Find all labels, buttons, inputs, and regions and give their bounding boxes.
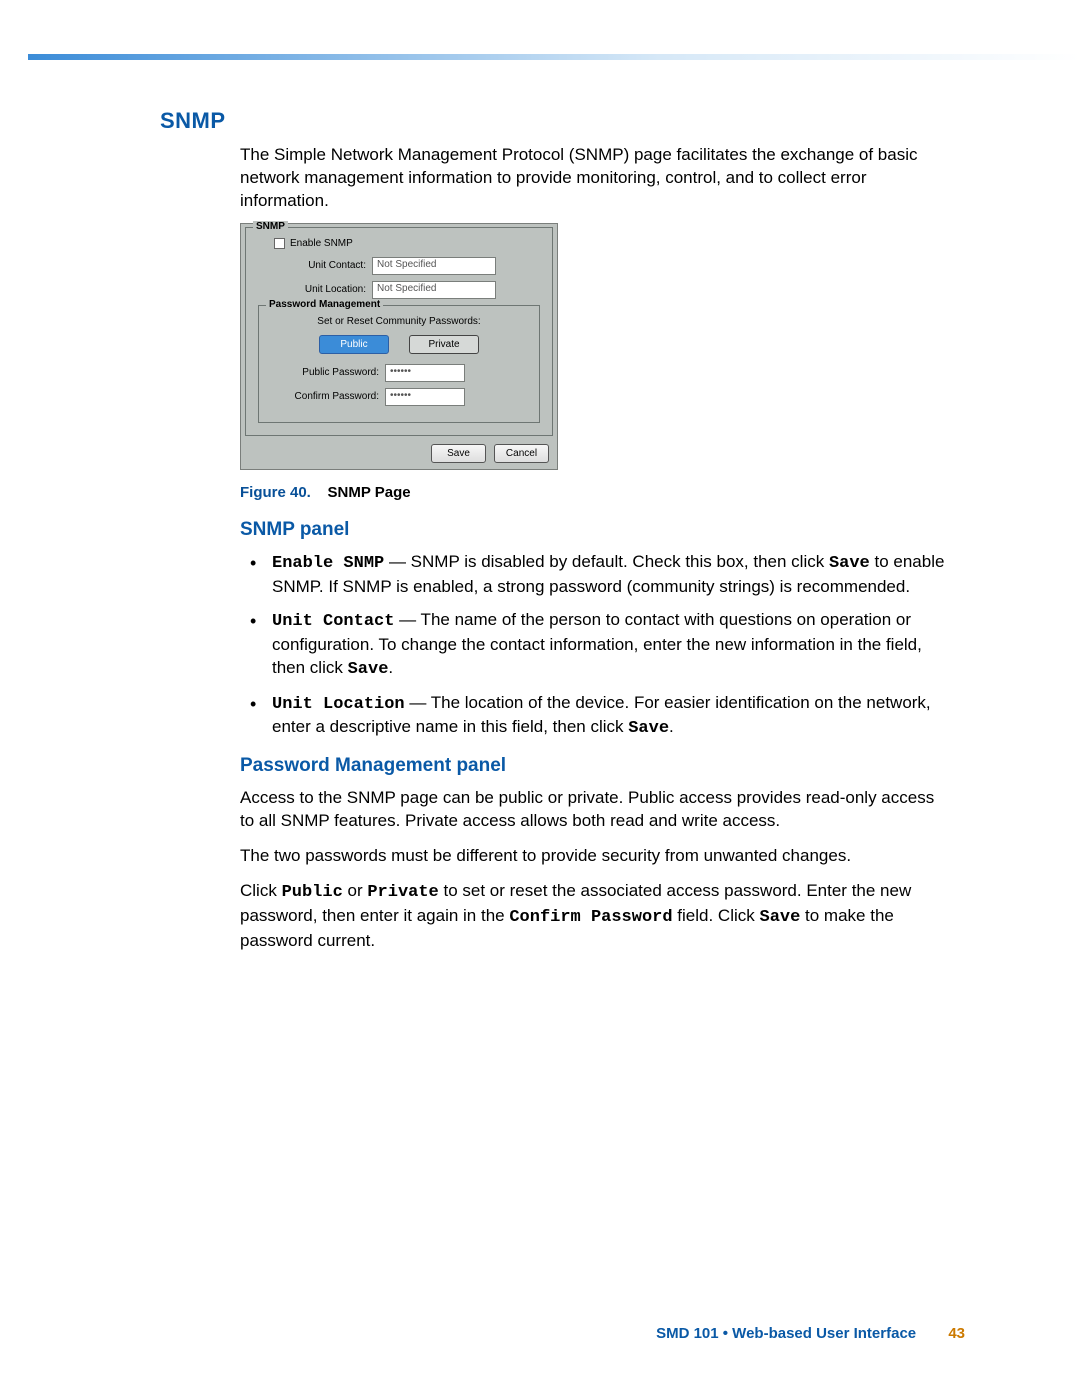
figure-caption: Figure 40. SNMP Page <box>240 484 950 501</box>
heading-snmp-panel: SNMP panel <box>240 519 950 541</box>
confirm-password-input[interactable]: •••••• <box>385 388 465 406</box>
unit-contact-input[interactable]: Not Specified <box>372 257 496 275</box>
save-button[interactable]: Save <box>431 444 486 463</box>
enable-snmp-checkbox[interactable] <box>274 238 285 249</box>
text: Click <box>240 881 282 900</box>
confirm-password-label: Confirm Password: <box>267 391 385 402</box>
heading-password-management-panel: Password Management panel <box>240 755 950 777</box>
action-bar: Save Cancel <box>241 438 557 469</box>
legend-pwmgmt: Password Management <box>266 299 383 310</box>
enable-snmp-label: Enable SNMP <box>290 238 353 249</box>
term-save: Save <box>760 908 801 927</box>
unit-location-label: Unit Location: <box>254 284 372 295</box>
text: — SNMP is disabled by default. Check thi… <box>384 552 829 571</box>
unit-contact-label: Unit Contact: <box>254 260 372 271</box>
footer-page-number: 43 <box>948 1325 965 1342</box>
term-private: Private <box>367 883 438 902</box>
intro-paragraph: The Simple Network Management Protocol (… <box>240 144 950 213</box>
footer-text: SMD 101 • Web-based User Interface <box>656 1325 916 1342</box>
snmp-figure: SNMP Enable SNMP Unit Contact: Not Speci… <box>240 223 558 470</box>
term-public: Public <box>282 883 343 902</box>
term-save: Save <box>628 719 669 738</box>
legend-snmp: SNMP <box>253 221 288 232</box>
cancel-button[interactable]: Cancel <box>494 444 549 463</box>
term-unit-location: Unit Location <box>272 695 405 714</box>
figure-title: SNMP Page <box>328 484 411 501</box>
private-tab-button[interactable]: Private <box>409 335 479 354</box>
pw-para-1: Access to the SNMP page can be public or… <box>240 787 950 833</box>
confirm-password-row: Confirm Password: •••••• <box>267 388 531 406</box>
text: . <box>669 717 674 736</box>
text: . <box>388 658 393 677</box>
pw-para-3: Click Public or Private to set or reset … <box>240 880 950 953</box>
pw-para-2: The two passwords must be different to p… <box>240 845 950 868</box>
fieldset-password-management: Password Management Set or Reset Communi… <box>258 305 540 423</box>
bullet-enable-snmp: Enable SNMP — SNMP is disabled by defaul… <box>250 551 950 599</box>
heading-snmp: SNMP <box>160 108 950 134</box>
term-confirm-password: Confirm Password <box>509 908 672 927</box>
term-save: Save <box>829 554 870 573</box>
public-password-row: Public Password: •••••• <box>267 364 531 382</box>
term-enable-snmp: Enable SNMP <box>272 554 384 573</box>
bullet-unit-contact: Unit Contact — The name of the person to… <box>250 609 950 682</box>
fieldset-snmp: SNMP Enable SNMP Unit Contact: Not Speci… <box>245 227 553 436</box>
page-top-band <box>28 54 1080 60</box>
public-password-label: Public Password: <box>267 367 385 378</box>
term-unit-contact: Unit Contact <box>272 612 394 631</box>
unit-contact-row: Unit Contact: Not Specified <box>254 257 544 275</box>
text: field. Click <box>673 906 760 925</box>
enable-snmp-row: Enable SNMP <box>274 238 544 249</box>
pw-instruction: Set or Reset Community Passwords: <box>267 316 531 327</box>
text: or <box>343 881 368 900</box>
term-save: Save <box>348 660 389 679</box>
unit-location-row: Unit Location: Not Specified <box>254 281 544 299</box>
bullet-unit-location: Unit Location — The location of the devi… <box>250 692 950 742</box>
public-password-input[interactable]: •••••• <box>385 364 465 382</box>
unit-location-input[interactable]: Not Specified <box>372 281 496 299</box>
public-tab-button[interactable]: Public <box>319 335 389 354</box>
figure-number: Figure 40. <box>240 484 311 501</box>
page-footer: SMD 101 • Web-based User Interface 43 <box>656 1325 965 1342</box>
